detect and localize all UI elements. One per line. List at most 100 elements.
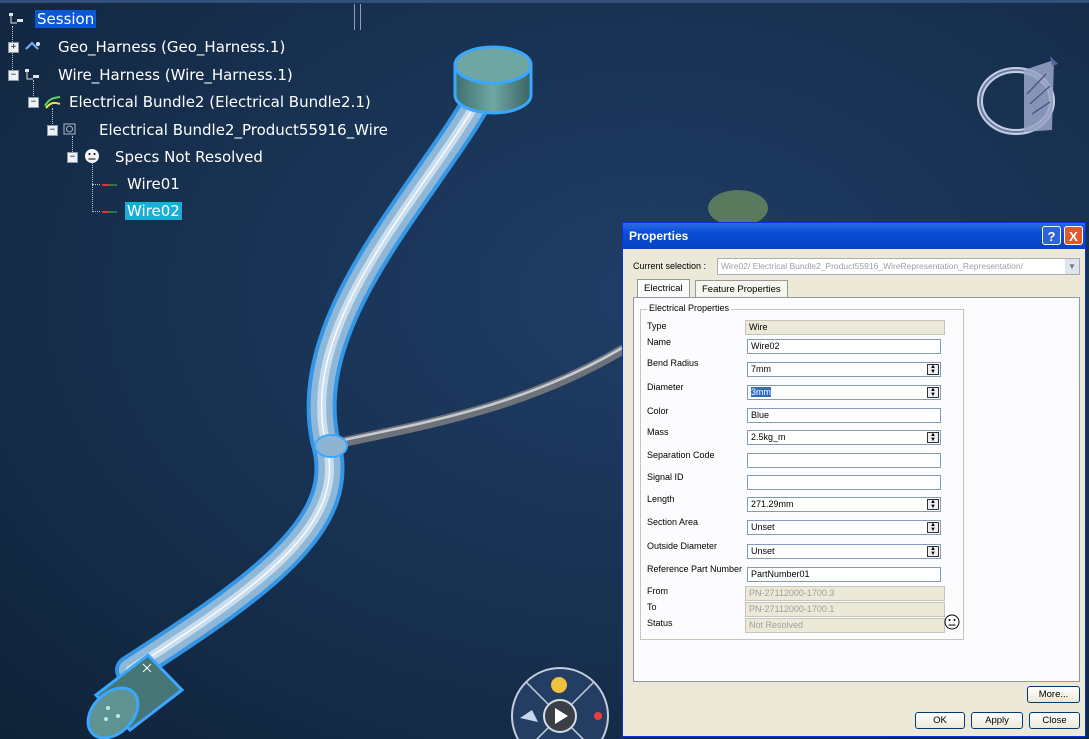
type-field: Wire <box>745 320 945 335</box>
ok-button[interactable]: OK <box>915 712 965 729</box>
spinner-icon[interactable]: ▲ ▼ <box>927 364 939 375</box>
section-area-label: Section Area <box>647 517 699 527</box>
geo-harness-icon <box>25 41 40 50</box>
close-window-button[interactable]: X <box>1064 226 1083 245</box>
tab-electrical[interactable]: Electrical <box>637 279 690 298</box>
collapse-minus-icon[interactable]: − <box>28 97 39 108</box>
section-area-field[interactable]: Unset ▲ ▼ <box>747 520 941 535</box>
section-area-value: Unset <box>751 522 775 532</box>
bundle-icon <box>44 96 61 109</box>
more-button[interactable]: More... <box>1027 686 1080 703</box>
electrical-properties-group: Electrical Properties Type Wire Name Wir… <box>640 303 964 640</box>
tree-label: Wire02 <box>125 202 182 220</box>
tab-panel: Electrical Properties Type Wire Name Wir… <box>633 297 1080 682</box>
tree-item-specs[interactable]: − Specs Not Resolved <box>67 146 265 168</box>
spinner-icon[interactable]: ▲ ▼ <box>927 432 939 443</box>
tab-feature-properties[interactable]: Feature Properties <box>695 280 788 297</box>
gray-wire-branch <box>325 345 627 450</box>
status-label: Status <box>647 618 673 628</box>
spinner-icon[interactable]: ▲ ▼ <box>927 546 939 557</box>
group-title: Electrical Properties <box>647 303 732 313</box>
tree-item-bundle[interactable]: − Electrical Bundle2 (Electrical Bundle2… <box>28 91 373 113</box>
collapse-minus-icon[interactable]: − <box>47 125 58 136</box>
signal-id-field[interactable] <box>747 475 941 490</box>
chevron-down-icon[interactable]: ▼ <box>1065 259 1079 274</box>
collapse-minus-icon[interactable]: − <box>8 70 19 81</box>
help-button[interactable]: ? <box>1042 226 1061 245</box>
wire-icon <box>102 184 117 186</box>
tree-label: Geo_Harness (Geo_Harness.1) <box>58 38 286 56</box>
mass-label: Mass <box>647 427 669 437</box>
name-field[interactable]: Wire02 <box>747 339 941 354</box>
tree-label: Electrical Bundle2 (Electrical Bundle2.1… <box>69 93 371 111</box>
status-smiley-icon <box>944 614 960 630</box>
mass-field[interactable]: 2.5kg_m ▲ ▼ <box>747 430 941 445</box>
close-button[interactable]: Close <box>1029 712 1080 729</box>
tree-item-wire-harness[interactable]: − Wire_Harness (Wire_Harness.1) <box>8 64 295 86</box>
diameter-value: 3mm <box>751 387 771 397</box>
tree-label: Wire_Harness (Wire_Harness.1) <box>58 66 293 84</box>
tree-root-icon <box>9 13 23 24</box>
separation-code-field[interactable] <box>747 453 941 468</box>
from-field: PN-27112000-1700.3 <box>745 586 945 601</box>
expand-plus-icon[interactable]: + <box>8 42 19 53</box>
dialog-title: Properties <box>629 229 689 243</box>
tree-connector <box>92 184 100 185</box>
outside-diameter-field[interactable]: Unset ▲ ▼ <box>747 544 941 559</box>
separation-code-label: Separation Code <box>647 450 715 460</box>
color-label: Color <box>647 406 669 416</box>
length-label: Length <box>647 494 675 504</box>
tree-label: Session <box>35 10 97 28</box>
wire-icon <box>102 211 117 213</box>
tree-item-wire02[interactable]: Wire02 <box>101 200 182 222</box>
ref-part-number-label: Reference Part Number <box>647 564 743 574</box>
tree-connector <box>92 211 100 212</box>
diameter-field[interactable]: 3mm ▲ ▼ <box>747 385 941 400</box>
tree-item-geo-harness[interactable]: + Geo_Harness (Geo_Harness.1) <box>8 36 287 58</box>
to-label: To <box>647 602 657 612</box>
tree-label: Specs Not Resolved <box>115 148 263 166</box>
smiley-icon <box>85 149 99 163</box>
3d-viewport[interactable]: Session + Geo_Harness (Geo_Harness.1) − … <box>0 0 1089 739</box>
current-selection-value: Wire02/ Electrical Bundle2_Product55916_… <box>721 261 1023 271</box>
apply-button[interactable]: Apply <box>971 712 1023 729</box>
dialog-titlebar[interactable]: Properties ? X <box>623 223 1085 249</box>
ref-part-number-field[interactable]: PartNumber01 <box>747 567 941 582</box>
collapse-minus-icon[interactable]: − <box>67 152 78 163</box>
diameter-label: Diameter <box>647 382 684 392</box>
product-icon <box>25 69 39 80</box>
signal-id-label: Signal ID <box>647 472 684 482</box>
outside-diameter-label: Outside Diameter <box>647 541 718 551</box>
outside-diameter-value: Unset <box>751 546 775 556</box>
compass-icon[interactable] <box>972 54 1076 138</box>
spinner-icon[interactable]: ▲ ▼ <box>927 387 939 398</box>
tree-item-wire01[interactable]: Wire01 <box>101 173 182 195</box>
to-field: PN-27112000-1700.1 <box>745 602 945 617</box>
from-label: From <box>647 586 668 596</box>
mass-value: 2.5kg_m <box>751 432 786 442</box>
tree-label: Electrical Bundle2_Product55916_Wire <box>99 121 388 139</box>
top-connector <box>453 45 533 115</box>
current-selection-combo[interactable]: Wire02/ Electrical Bundle2_Product55916_… <box>717 258 1080 275</box>
junction-node <box>314 434 348 458</box>
current-selection-label: Current selection : <box>633 261 707 271</box>
color-field[interactable]: Blue <box>747 408 941 423</box>
type-label: Type <box>647 321 667 331</box>
length-field[interactable]: 271.29mm ▲ ▼ <box>747 497 941 512</box>
bottom-connector <box>86 652 185 739</box>
tree-item-session[interactable]: Session <box>8 8 97 30</box>
spinner-icon[interactable]: ▲ ▼ <box>927 522 939 533</box>
tree-connector <box>92 162 93 212</box>
bend-radius-label: Bend Radius <box>647 358 699 368</box>
status-field: Not Resolved <box>745 618 945 633</box>
properties-dialog[interactable]: Properties ? X Current selection : Wire0… <box>622 222 1086 737</box>
bend-radius-field[interactable]: 7mm ▲ ▼ <box>747 362 941 377</box>
tree-item-bundle-product[interactable]: − Electrical Bundle2_Product55916_Wire <box>47 119 390 141</box>
length-value: 271.29mm <box>751 499 794 509</box>
spinner-icon[interactable]: ▲ ▼ <box>927 499 939 510</box>
wire-representation-icon <box>63 123 76 135</box>
navigation-wheel-icon[interactable] <box>508 666 612 739</box>
name-label: Name <box>647 337 672 347</box>
rear-connector <box>708 190 768 226</box>
tree-label: Wire01 <box>127 175 180 193</box>
